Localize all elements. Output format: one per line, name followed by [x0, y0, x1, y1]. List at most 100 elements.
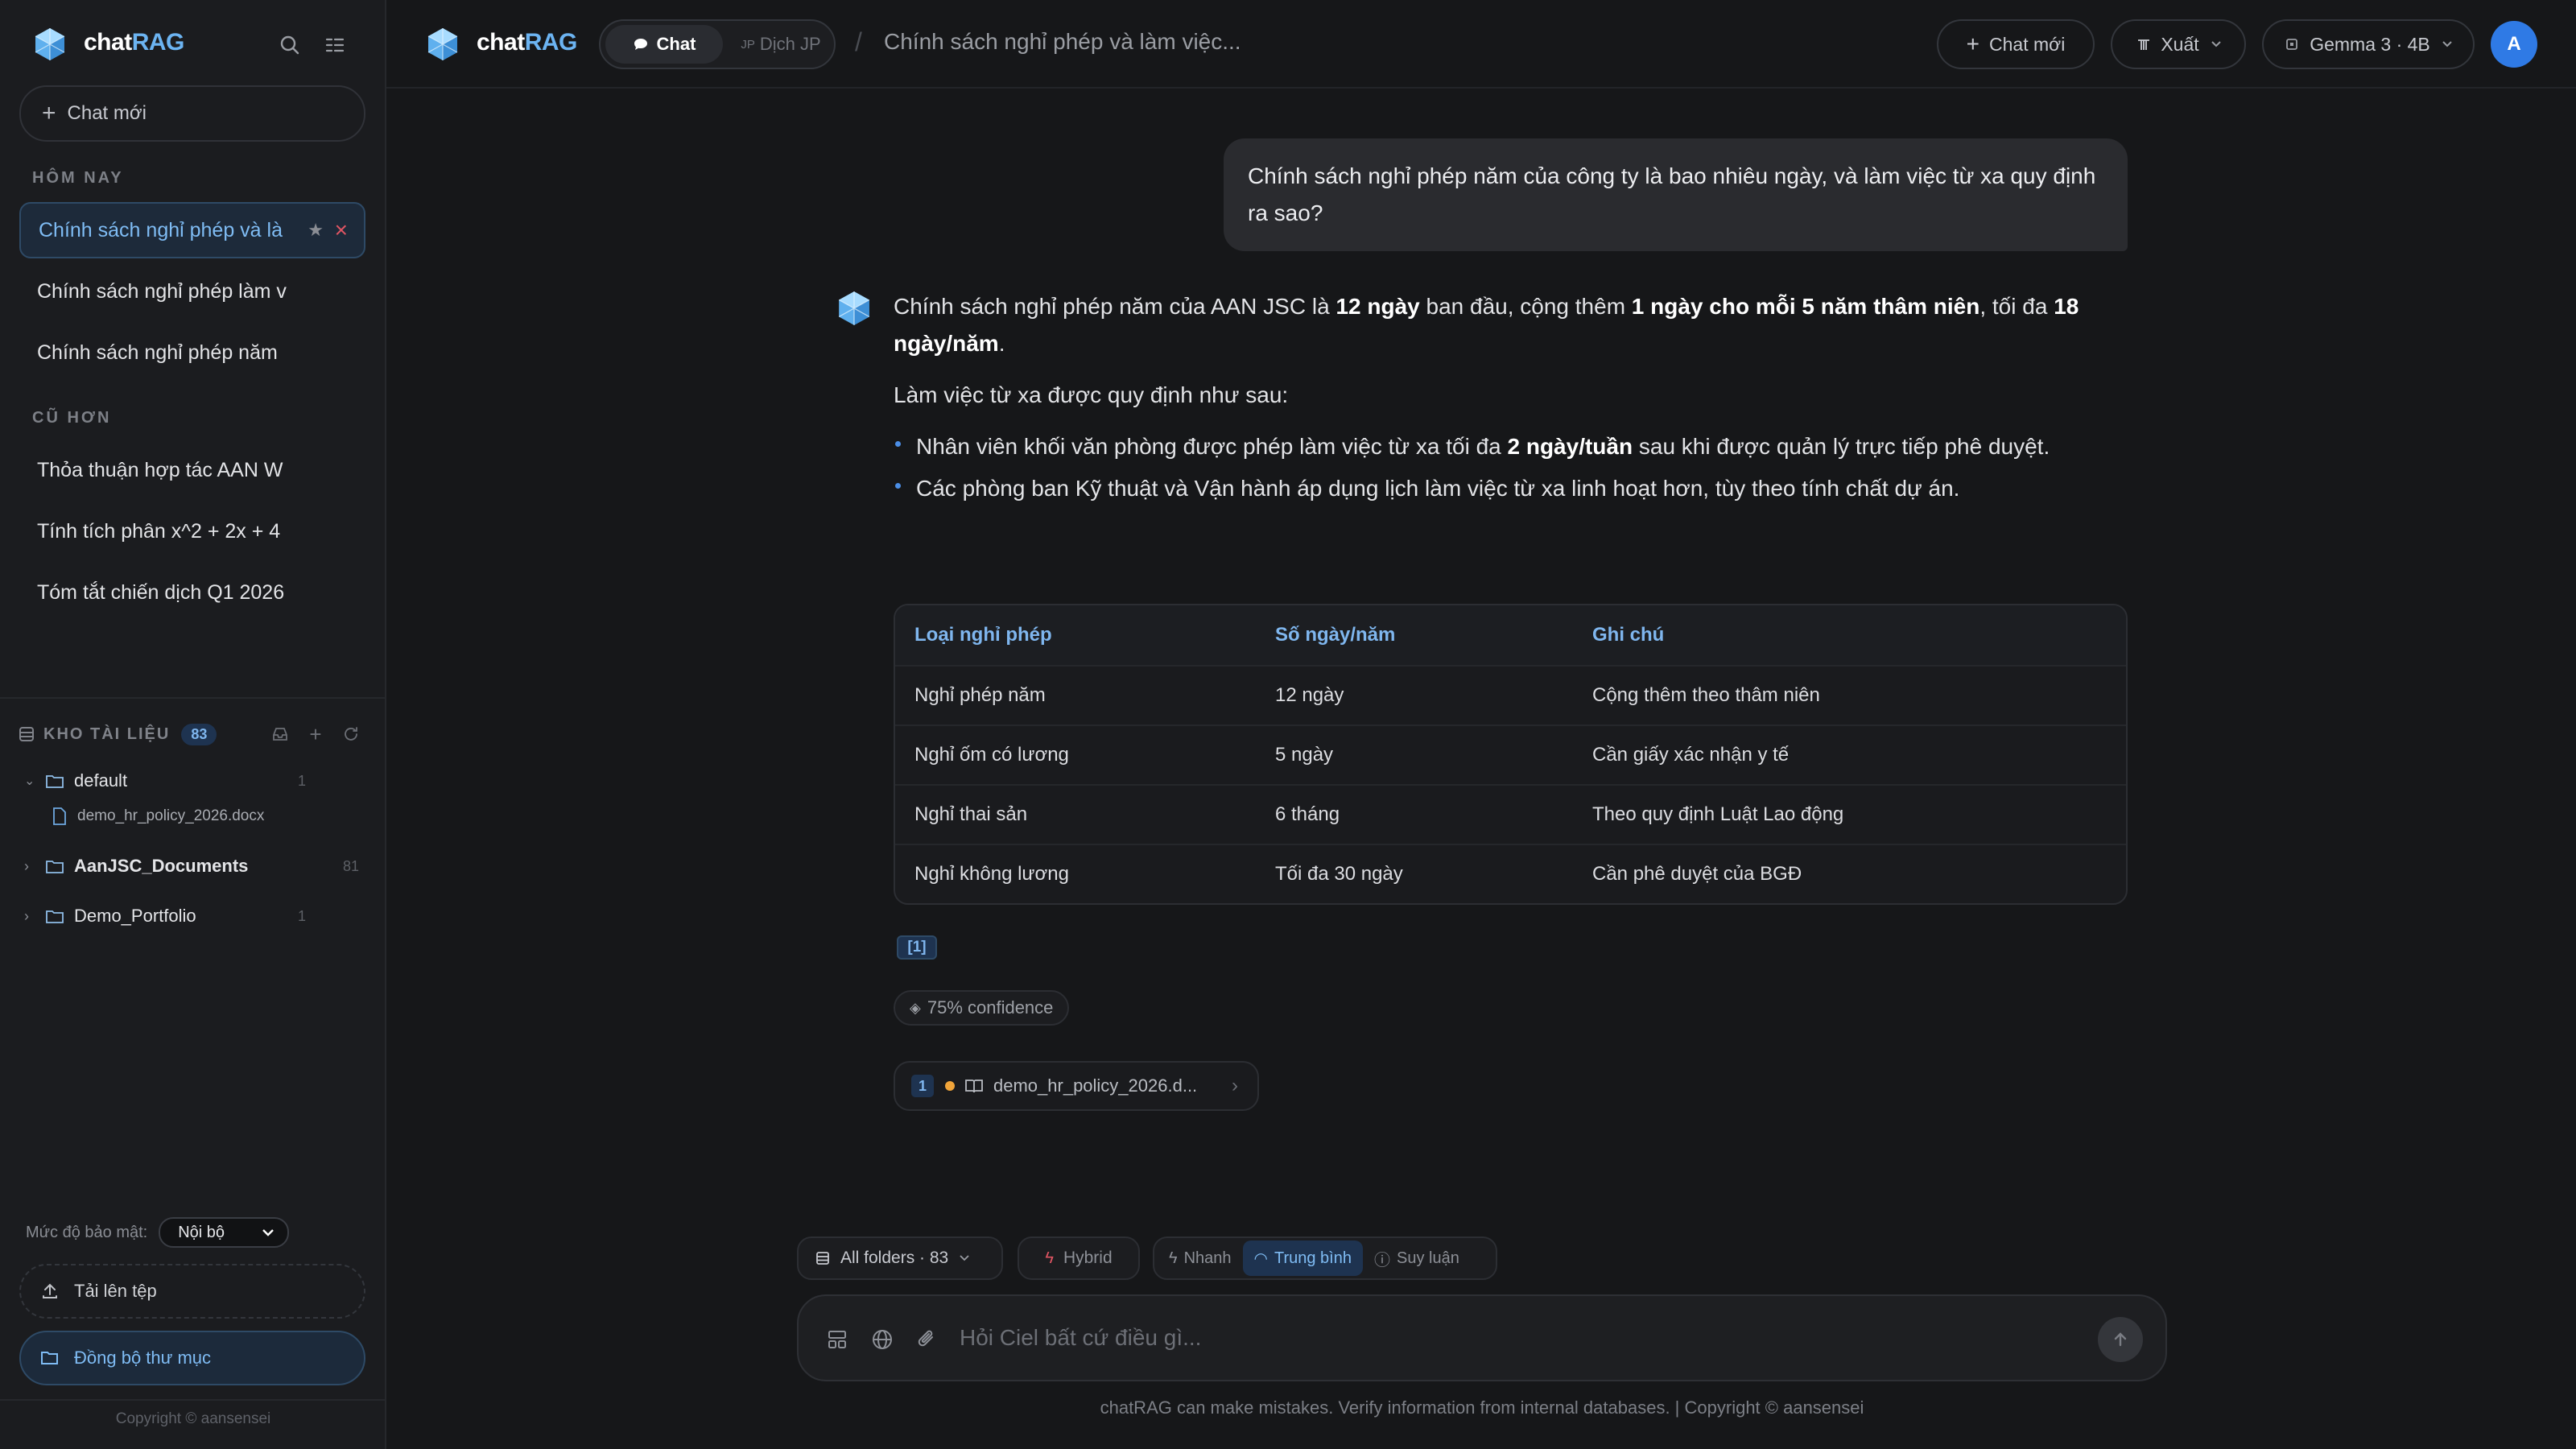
- diamond-icon: ◈: [910, 999, 921, 1016]
- folder-icon: [46, 775, 64, 788]
- security-row: Mức độ bảo mật: Nội bộ: [26, 1217, 290, 1248]
- history-item[interactable]: Tính tích phân x^2 + 2x + 4: [19, 503, 365, 559]
- document-icon: [53, 807, 66, 825]
- add-folder-icon[interactable]: +: [299, 718, 332, 750]
- answer-bold: 2 ngày/tuần: [1507, 434, 1633, 459]
- file-item[interactable]: demo_hr_policy_2026.docx: [52, 807, 264, 826]
- history-item-label: Chính sách nghỉ phép và là: [39, 218, 283, 242]
- history-item[interactable]: Chính sách nghỉ phép và là ★ ×: [19, 202, 365, 258]
- security-label: Mức độ bảo mật:: [26, 1223, 148, 1241]
- logo-icon: [35, 28, 65, 60]
- table-cell: Cần phê duyệt của BGĐ: [1592, 863, 1802, 885]
- tab-chat-label: Chat: [656, 34, 696, 54]
- folder-default[interactable]: ⌄ default 1: [24, 762, 362, 800]
- export-icon: [2138, 39, 2150, 50]
- folder-aanjsc[interactable]: › AanJSC_Documents 81: [24, 847, 362, 886]
- table-cell: Tối đa 30 ngày: [1275, 863, 1403, 885]
- topbar-logo[interactable]: chatRAG: [477, 29, 577, 56]
- breadcrumb-separator: /: [855, 27, 862, 56]
- chevron-down-icon: [960, 1255, 969, 1261]
- mode-medium[interactable]: ◠ Trung bình: [1242, 1241, 1363, 1276]
- model-selector[interactable]: Gemma 3 · 4B: [2262, 19, 2475, 69]
- inbox-icon[interactable]: [264, 718, 296, 750]
- avatar[interactable]: A: [2491, 21, 2537, 68]
- export-label: Xuất: [2161, 33, 2199, 55]
- status-dot: [945, 1081, 955, 1091]
- table-cell: Nghỉ phép năm: [914, 684, 1046, 706]
- message-input[interactable]: Hỏi Ciel bất cứ điều gì...: [960, 1325, 1201, 1351]
- answer-text: Chính sách nghỉ phép năm của AAN JSC là: [894, 294, 1336, 319]
- citation-badge[interactable]: [1]: [897, 935, 937, 960]
- user-message-text: Chính sách nghỉ phép năm của công ty là …: [1248, 163, 2096, 225]
- answer-text: ban đầu, cộng thêm: [1419, 294, 1632, 319]
- source-card[interactable]: 1 demo_hr_policy_2026.d... ›: [894, 1061, 1259, 1111]
- send-button[interactable]: [2098, 1317, 2143, 1362]
- footer-disclaimer: chatRAG can make mistakes. Verify inform…: [1100, 1397, 1864, 1418]
- table-header-cell: Loại nghỉ phép: [914, 624, 1052, 646]
- history-item-label: Chính sách nghỉ phép làm v: [37, 279, 287, 303]
- folder-name: AanJSC_Documents: [74, 856, 249, 876]
- new-chat-button[interactable]: + Chat mới: [19, 85, 365, 142]
- source-name: demo_hr_policy_2026.d...: [993, 1075, 1198, 1096]
- collapse-sidebar-icon[interactable]: [319, 29, 351, 61]
- globe-icon[interactable]: [866, 1323, 898, 1356]
- history-item[interactable]: Tóm tắt chiến dịch Q1 2026: [19, 564, 365, 621]
- chevron-right-icon: ›: [24, 907, 29, 924]
- answer-text: , tối đa: [1979, 294, 2054, 319]
- mode-reasoning[interactable]: ⓘ Suy luận: [1363, 1241, 1471, 1276]
- folders-filter[interactable]: All folders · 83: [797, 1236, 1003, 1280]
- delete-icon[interactable]: ×: [335, 217, 348, 243]
- upload-icon: [43, 1283, 57, 1298]
- sync-folder-button[interactable]: Đồng bộ thư mục: [19, 1331, 365, 1385]
- answer-text: .: [998, 331, 1005, 356]
- answer-text: Các phòng ban Kỹ thuật và Vận hành áp dụ…: [916, 476, 1960, 501]
- star-icon[interactable]: ★: [308, 220, 324, 241]
- confidence-badge: ◈ 75% confidence: [894, 990, 1070, 1026]
- table-cell: 12 ngày: [1275, 684, 1344, 706]
- layout-icon[interactable]: [821, 1323, 853, 1356]
- chat-bubble-icon: [634, 39, 647, 50]
- hybrid-toggle[interactable]: ϟ Hybrid: [1018, 1236, 1140, 1280]
- export-button[interactable]: Xuất: [2111, 19, 2246, 69]
- answer-bold: 12 ngày: [1335, 294, 1420, 319]
- database-icon: [816, 1252, 829, 1265]
- section-older: CŨ HƠN: [32, 409, 112, 427]
- divider: [0, 697, 386, 699]
- history-item[interactable]: Chính sách nghỉ phép làm v: [19, 263, 365, 320]
- paperclip-icon[interactable]: [911, 1323, 943, 1356]
- history-item[interactable]: Thỏa thuận hợp tác AAN W: [19, 442, 365, 498]
- table-row: Nghỉ phép năm 12 ngày Cộng thêm theo thâ…: [895, 665, 2126, 724]
- sidebar-copyright: Copyright © aansensei: [115, 1410, 271, 1427]
- upload-button[interactable]: Tải lên tệp: [19, 1264, 365, 1319]
- mode-fast[interactable]: ϟ Nhanh: [1158, 1241, 1243, 1276]
- security-select[interactable]: Nội bộ: [159, 1217, 290, 1248]
- chevron-right-icon: ›: [1232, 1075, 1238, 1096]
- table-row: Nghỉ không lương Tối đa 30 ngày Cần phê …: [895, 844, 2126, 903]
- jp-icon: JP: [741, 37, 755, 52]
- chevron-down-icon: [2211, 41, 2221, 47]
- table-header-cell: Số ngày/năm: [1275, 624, 1396, 646]
- folder-demo-portfolio[interactable]: › Demo_Portfolio 1: [24, 897, 362, 935]
- history-item[interactable]: Chính sách nghỉ phép năm: [19, 324, 365, 381]
- list-item: Các phòng ban Kỹ thuật và Vận hành áp dụ…: [895, 470, 2133, 507]
- tab-chat[interactable]: Chat: [605, 25, 723, 64]
- table-row: Nghỉ thai sản 6 tháng Theo quy định Luật…: [895, 784, 2126, 844]
- folder-count: 81: [343, 857, 360, 874]
- tab-translate-label: Dịch JP: [759, 34, 821, 54]
- app-logo[interactable]: chatRAG: [84, 29, 184, 56]
- search-icon[interactable]: [274, 29, 306, 61]
- sidebar: chatRAG + Chat mới HÔM NAY Chính sách ng…: [0, 0, 386, 1449]
- folder-count: 1: [298, 772, 307, 789]
- table-cell: 5 ngày: [1275, 744, 1334, 766]
- info-icon: ⓘ: [1373, 1251, 1390, 1269]
- topbar: chatRAG Chat JP Dịch JP / Chính sách ngh…: [386, 0, 2576, 89]
- new-chat-top-button[interactable]: + Chat mới: [1937, 19, 2095, 69]
- answer-list: Nhân viên khối văn phòng được phép làm v…: [895, 428, 2133, 507]
- refresh-icon[interactable]: [335, 718, 367, 750]
- book-icon: [965, 1080, 983, 1093]
- history-item-label: Thỏa thuận hợp tác AAN W: [37, 458, 283, 481]
- chevron-right-icon: ›: [24, 857, 29, 874]
- folder-name: default: [74, 770, 128, 791]
- composer: Hỏi Ciel bất cứ điều gì...: [797, 1294, 2167, 1381]
- tab-translate[interactable]: JP Dịch JP: [729, 25, 832, 64]
